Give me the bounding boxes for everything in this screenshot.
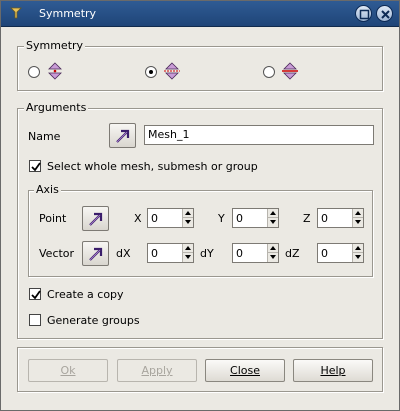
mesh-name-input[interactable]: Mesh_1: [144, 125, 374, 145]
vector-dx-value: 0: [151, 247, 158, 260]
point-label: Point: [39, 212, 67, 225]
select-mesh-button[interactable]: [109, 123, 136, 148]
spin-up-icon[interactable]: [353, 244, 363, 253]
button-bar: Ok Apply Close Help: [17, 347, 383, 392]
point-x-value: 0: [151, 212, 158, 225]
spin-down-icon[interactable]: [268, 253, 278, 262]
vector-dy-value: 0: [236, 247, 243, 260]
spin-up-icon[interactable]: [183, 209, 193, 218]
select-arrow-icon: [89, 247, 103, 261]
select-whole-mesh-checkbox[interactable]: [29, 160, 41, 172]
spin-arrows: [267, 244, 278, 262]
plane-symmetry-radio[interactable]: [263, 66, 275, 78]
spin-down-icon[interactable]: [353, 218, 363, 227]
symmetry-group-label: Symmetry: [24, 39, 86, 52]
vector-dz-value: 0: [321, 247, 328, 260]
create-copy-label: Create a copy: [47, 288, 124, 301]
vector-dy-spinbox[interactable]: 0: [232, 243, 279, 263]
vector-dx-label: dX: [116, 247, 131, 260]
select-arrow-icon: [116, 129, 130, 143]
vector-dy-label: dY: [200, 247, 214, 260]
axis-group: Axis Point X 0 Y 0 Z 0 Vector dX 0 dY 0 …: [28, 183, 373, 277]
vector-label: Vector: [39, 247, 75, 260]
spin-arrows: [352, 244, 363, 262]
point-z-value: 0: [321, 212, 328, 225]
point-x-label: X: [134, 212, 142, 225]
spin-down-icon[interactable]: [268, 218, 278, 227]
symmetry-group: Symmetry: [17, 39, 383, 91]
minimize-button[interactable]: [355, 5, 372, 22]
spin-arrows: [267, 209, 278, 227]
title-bar[interactable]: Symmetry: [1, 1, 399, 27]
close-button[interactable]: [376, 5, 393, 22]
point-y-label: Y: [218, 212, 225, 225]
create-copy-checkbox[interactable]: [29, 288, 41, 300]
ok-label: Ok: [60, 364, 76, 377]
help-button[interactable]: Help: [293, 359, 373, 382]
spin-arrows: [182, 244, 193, 262]
vector-dz-spinbox[interactable]: 0: [317, 243, 364, 263]
checkmark-icon: [31, 162, 41, 172]
spin-down-icon[interactable]: [183, 253, 193, 262]
select-arrow-icon: [89, 212, 103, 226]
select-vector-button[interactable]: [82, 241, 109, 266]
name-label: Name: [28, 130, 61, 143]
point-symmetry-icon: [48, 62, 62, 80]
vector-dz-label: dZ: [285, 247, 300, 260]
help-label: Help: [320, 364, 346, 377]
mesh-name-value: Mesh_1: [148, 128, 190, 141]
plane-symmetry-icon: [282, 62, 298, 80]
arguments-group: Arguments Name Mesh_1 Select whole mesh,…: [17, 101, 383, 339]
checkmark-icon: [31, 290, 41, 300]
point-symmetry-radio[interactable]: [28, 66, 40, 78]
select-point-button[interactable]: [82, 206, 109, 231]
axis-symmetry-radio[interactable]: [145, 66, 157, 78]
point-x-spinbox[interactable]: 0: [147, 208, 194, 228]
vector-dx-spinbox[interactable]: 0: [147, 243, 194, 263]
spin-down-icon[interactable]: [353, 253, 363, 262]
window-title: Symmetry: [39, 7, 97, 20]
spin-up-icon[interactable]: [353, 209, 363, 218]
close-dialog-button[interactable]: Close: [205, 359, 285, 382]
minimize-icon: [359, 9, 370, 20]
point-z-label: Z: [303, 212, 311, 225]
spin-up-icon[interactable]: [268, 209, 278, 218]
generate-groups-checkbox[interactable]: [29, 314, 41, 326]
spin-arrows: [182, 209, 193, 227]
arguments-group-label: Arguments: [24, 101, 89, 114]
apply-button[interactable]: Apply: [117, 359, 197, 382]
spin-arrows: [352, 209, 363, 227]
ok-button[interactable]: Ok: [28, 359, 108, 382]
spin-up-icon[interactable]: [183, 244, 193, 253]
generate-groups-label: Generate groups: [47, 314, 140, 327]
point-y-value: 0: [236, 212, 243, 225]
point-y-spinbox[interactable]: 0: [232, 208, 279, 228]
close-icon: [381, 10, 390, 19]
app-icon: [10, 7, 22, 19]
select-whole-mesh-label: Select whole mesh, submesh or group: [47, 160, 258, 173]
point-z-spinbox[interactable]: 0: [317, 208, 364, 228]
axis-group-label: Axis: [34, 183, 61, 196]
axis-symmetry-icon: [164, 62, 180, 80]
spin-down-icon[interactable]: [183, 218, 193, 227]
spin-up-icon[interactable]: [268, 244, 278, 253]
symmetry-dialog: Symmetry Symmetry Arguments Name Mesh_1 …: [0, 0, 400, 411]
apply-label: Apply: [141, 364, 173, 377]
close-label: Close: [230, 364, 260, 377]
